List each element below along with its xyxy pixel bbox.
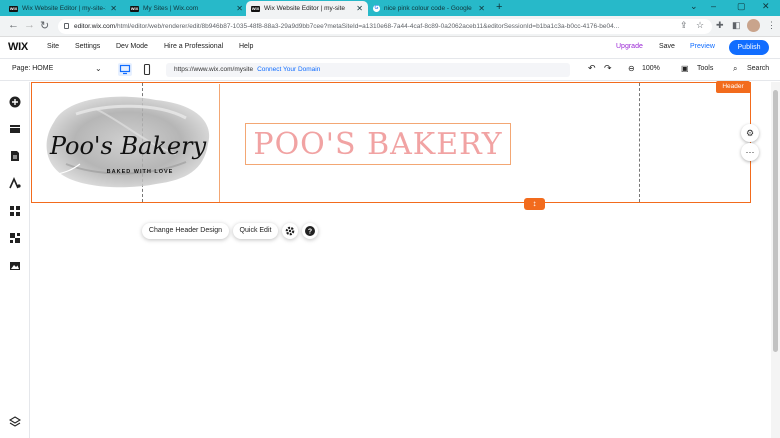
zoom-icon[interactable]: ⊖ [628, 64, 635, 73]
upgrade-button[interactable]: Upgrade [616, 43, 643, 50]
browser-tab-active[interactable]: WIX Wix Website Editor | my-site ✕ [246, 1, 368, 16]
logo-watercolor-image: Poo's Bakery BAKED WITH LOVE [46, 96, 210, 188]
browser-menu-icon[interactable]: ⋮ [767, 20, 776, 31]
svg-text:?: ? [308, 229, 312, 236]
back-icon[interactable]: ← [8, 19, 19, 31]
zoom-level[interactable]: 100% [642, 65, 660, 72]
menu-settings[interactable]: Settings [75, 43, 100, 50]
tools-icon[interactable]: ▣ [681, 64, 689, 73]
design-icon[interactable] [9, 177, 21, 189]
close-tab-icon[interactable]: ✕ [236, 4, 243, 13]
tab-title: nice pink colour code - Google S [384, 5, 475, 12]
business-icon[interactable] [9, 232, 21, 244]
lock-icon[interactable] [64, 23, 69, 29]
close-window-icon[interactable]: ✕ [762, 1, 770, 12]
wix-top-bar: WIX Site Settings Dev Mode Hire a Profes… [0, 37, 780, 59]
logo-tagline: BAKED WITH LOVE [107, 169, 174, 175]
sections-icon[interactable] [9, 123, 21, 135]
search-icon[interactable]: ⌕ [733, 64, 737, 74]
url-field[interactable]: editor.wix.com/html/editor/web/renderer/… [58, 19, 712, 34]
apps-icon[interactable] [9, 205, 21, 217]
forward-icon[interactable]: → [24, 19, 35, 31]
desktop-view-icon[interactable] [118, 63, 132, 76]
minimize-icon[interactable]: – [711, 1, 716, 11]
wix-logo[interactable]: WIX [8, 41, 28, 53]
menu-dev-mode[interactable]: Dev Mode [116, 43, 148, 50]
mobile-view-icon[interactable] [140, 63, 154, 76]
bookmark-star-icon[interactable]: ☆ [696, 20, 704, 31]
logo-script-text: Poo's Bakery [49, 132, 207, 160]
menu-hire-professional[interactable]: Hire a Professional [164, 43, 223, 50]
media-icon[interactable] [9, 260, 21, 272]
site-url-box: https://www.wix.com/mysite Connect Your D… [166, 63, 570, 77]
wix-favicon-icon: WIX [130, 5, 139, 12]
gridline [639, 83, 640, 202]
profile-avatar[interactable] [747, 19, 760, 32]
more-options-icon[interactable]: ⋯ [741, 143, 759, 161]
browser-tab-bar: WIX Wix Website Editor | my-site-1 ✕ WIX… [0, 0, 780, 16]
tab-search-icon[interactable]: ⌄ [690, 1, 698, 12]
stretch-handle-icon[interactable]: ↕ [524, 198, 545, 210]
help-icon[interactable]: ? [302, 223, 318, 239]
close-tab-icon[interactable]: ✕ [356, 4, 363, 13]
wix-favicon-icon: WIX [9, 5, 18, 12]
tools-button[interactable]: Tools [697, 65, 713, 72]
header-tag[interactable]: Header [716, 81, 750, 93]
publish-button[interactable]: Publish [729, 40, 769, 55]
tab-title: Wix Website Editor | my-site-1 [22, 5, 107, 12]
editor-toolbar: Page: HOME ⌄ https://www.wix.com/mysite C… [0, 59, 780, 81]
reload-icon[interactable]: ↻ [40, 19, 49, 32]
new-tab-button[interactable]: + [496, 1, 502, 13]
undo-icon[interactable]: ↶ [588, 63, 596, 74]
browser-tab[interactable]: G nice pink colour code - Google S ✕ [368, 1, 490, 16]
tab-title: My Sites | Wix.com [143, 5, 199, 12]
scrollbar-thumb[interactable] [773, 90, 778, 352]
redo-icon[interactable]: ↷ [604, 63, 612, 74]
preview-button[interactable]: Preview [690, 43, 715, 50]
add-icon[interactable] [9, 96, 21, 108]
share-icon[interactable]: ⇪ [680, 20, 688, 31]
search-button[interactable]: Search [747, 65, 769, 72]
browser-tab[interactable]: WIX Wix Website Editor | my-site-1 ✕ [4, 1, 122, 16]
site-title-text[interactable]: POO'S BAKERY [245, 123, 511, 165]
browser-tab[interactable]: WIX My Sites | Wix.com ✕ [125, 1, 248, 16]
header-settings-button[interactable] [282, 223, 298, 239]
pages-icon[interactable] [9, 150, 21, 162]
site-logo[interactable]: Poo's Bakery BAKED WITH LOVE [36, 84, 220, 202]
address-bar-row: ← → ↻ editor.wix.com/html/editor/web/ren… [0, 16, 780, 37]
chevron-down-icon[interactable]: ⌄ [95, 64, 102, 73]
page-selector[interactable]: Page: HOME [12, 65, 53, 72]
close-tab-icon[interactable]: ✕ [478, 4, 485, 13]
quick-edit-button[interactable]: Quick Edit [233, 223, 278, 239]
change-header-design-button[interactable]: Change Header Design [142, 223, 229, 239]
menu-help[interactable]: Help [239, 43, 253, 50]
extensions-icon[interactable]: ✚ [716, 20, 724, 31]
close-tab-icon[interactable]: ✕ [110, 4, 117, 13]
menu-site[interactable]: Site [47, 43, 59, 50]
site-url: https://www.wix.com/mysite [174, 66, 254, 73]
maximize-icon[interactable]: ▢ [737, 1, 746, 12]
google-favicon-icon: G [373, 5, 380, 12]
settings-gear-icon[interactable]: ⚙ [741, 124, 759, 142]
layers-icon[interactable] [9, 416, 21, 428]
wix-favicon-icon: WIX [251, 5, 260, 12]
tab-title: Wix Website Editor | my-site [264, 5, 346, 12]
connect-domain-link[interactable]: Connect Your Domain [257, 66, 320, 73]
save-button[interactable]: Save [659, 43, 675, 50]
sidepanel-icon[interactable]: ◧ [732, 20, 741, 31]
